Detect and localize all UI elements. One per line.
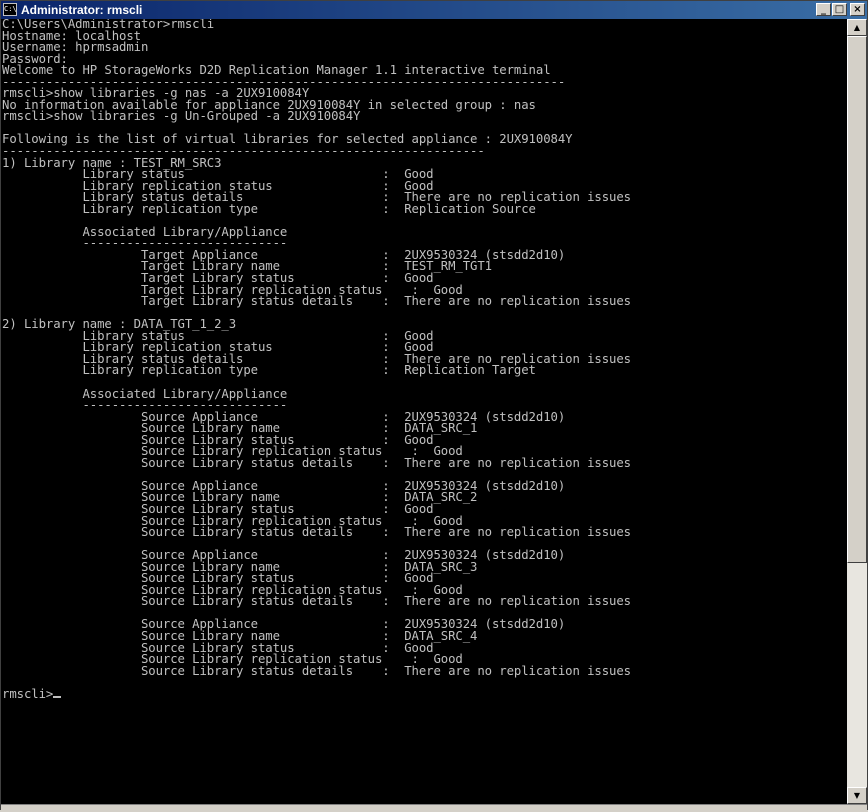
console-line: rmscli>show libraries -g Un-Grouped -a 2… xyxy=(2,109,361,124)
console-text: C:\Users\Administrator>rmscli Hostname: … xyxy=(1,19,847,700)
console-output[interactable]: C:\Users\Administrator>rmscli Hostname: … xyxy=(1,19,847,804)
window-bottom-edge xyxy=(1,804,867,812)
console-line: Library replication type : Replication S… xyxy=(2,201,536,216)
scroll-down-arrow-icon[interactable]: ▼ xyxy=(847,787,867,804)
command-prompt[interactable]: rmscli> xyxy=(2,687,53,701)
minimize-button[interactable]: _ xyxy=(816,3,831,16)
console-window: C:\ Administrator: rmscli _ □ × C:\Users… xyxy=(0,0,868,812)
console-app-icon[interactable]: C:\ xyxy=(3,3,17,16)
scroll-up-arrow-icon[interactable]: ▲ xyxy=(847,19,867,36)
console-line: Source Library status details : There ar… xyxy=(2,594,631,609)
vertical-scrollbar[interactable]: ▲ ▼ xyxy=(847,19,867,804)
scroll-thumb[interactable] xyxy=(847,36,867,563)
console-line: Source Library status details : There ar… xyxy=(2,455,631,470)
text-cursor xyxy=(53,695,62,698)
console-line: Library replication type : Replication T… xyxy=(2,363,536,378)
console-line: Target Library status details : There ar… xyxy=(2,294,631,309)
close-button[interactable]: × xyxy=(850,3,865,16)
maximize-button[interactable]: □ xyxy=(832,3,847,16)
title-bar[interactable]: C:\ Administrator: rmscli _ □ × xyxy=(1,1,867,19)
window-title: Administrator: rmscli xyxy=(21,3,143,17)
console-line: Source Library status details : There ar… xyxy=(2,663,631,678)
console-line: Source Library status details : There ar… xyxy=(2,525,631,540)
